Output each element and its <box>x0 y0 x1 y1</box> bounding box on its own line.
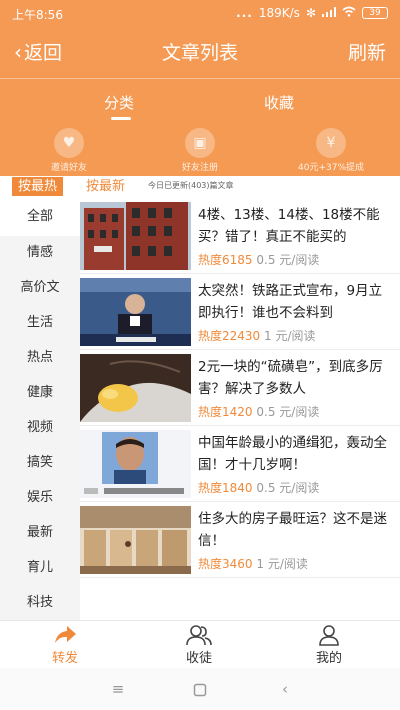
status-time: 上午8:56 <box>12 8 63 22</box>
tab-active-indicator <box>111 117 131 120</box>
list-item[interactable]: 太突然！铁路正式宣布，9月立即执行！谁也不会料到 热度22430 1 元/阅读 <box>80 274 400 350</box>
user-icon <box>294 623 364 647</box>
nav-recruit-label: 收徒 <box>185 651 212 666</box>
article-meta: 热度22430 1 元/阅读 <box>198 327 316 344</box>
sort-bar: 按最热 按最新 今日已更新(403)篇文章 <box>0 176 400 198</box>
sort-new-button[interactable]: 按最新 <box>86 177 125 196</box>
price-per-read: 1 元/阅读 <box>256 557 308 571</box>
nav-share[interactable]: 转发 <box>30 623 100 666</box>
sort-hot-button[interactable]: 按最热 <box>12 177 64 196</box>
nav-bar: ‹ 返回 文章列表 刷新 <box>0 30 400 74</box>
sidebar-item-health[interactable]: 健康 <box>0 375 80 410</box>
promo-label: 40元+37%提成 <box>298 163 364 173</box>
sidebar-item-parenting[interactable]: 育儿 <box>0 550 80 585</box>
article-title: 2元一块的“硫磺皂”，到底多厉害？解决了多数人 <box>198 359 383 397</box>
app-screen: 上午8:56 ... 189K/s ✻ 39 ‹ 返回 文章列表 刷新 分类 收… <box>0 0 400 710</box>
status-bar: 上午8:56 ... 189K/s ✻ 39 <box>0 0 400 28</box>
article-meta: 热度1420 0.5 元/阅读 <box>198 403 319 420</box>
heat-count: 热度3460 <box>198 557 253 571</box>
heart-icon: ♥ <box>54 128 84 158</box>
sidebar-item-hot[interactable]: 热点 <box>0 340 80 375</box>
sidebar-item-life[interactable]: 生活 <box>0 305 80 340</box>
sidebar-item-high-price[interactable]: 高价文 <box>0 270 80 305</box>
article-title: 4楼、13楼、14楼、18楼不能买？错了！真正不能买的 <box>198 207 380 245</box>
money-bag-icon: ¥ <box>316 128 346 158</box>
heat-count: 热度6185 <box>198 253 253 267</box>
article-thumbnail <box>80 278 191 346</box>
article-thumbnail <box>80 506 191 574</box>
article-meta: 热度1840 0.5 元/阅读 <box>198 479 319 496</box>
users-icon <box>164 623 234 647</box>
promo-label: 邀请好友 <box>50 163 87 173</box>
wifi-icon <box>342 6 356 20</box>
nav-mine-label: 我的 <box>315 651 342 666</box>
article-thumbnail <box>80 430 191 498</box>
heat-count: 热度1840 <box>198 481 253 495</box>
tab-category[interactable]: 分类 <box>104 92 134 113</box>
header-divider <box>0 78 400 79</box>
list-item[interactable]: 住多大的房子最旺运？这不是迷信！ 热度3460 1 元/阅读 <box>80 502 400 578</box>
net-speed: 189K/s <box>258 6 300 20</box>
promo-reward[interactable]: ¥ 40元+37%提成 <box>286 128 376 176</box>
article-meta: 热度3460 1 元/阅读 <box>198 555 308 572</box>
article-title: 中国年龄最小的通缉犯，轰动全国！才十几岁啊！ <box>198 435 387 473</box>
battery-icon: 39 <box>362 7 388 19</box>
signal-icon <box>322 6 336 20</box>
article-title: 住多大的房子最旺运？这不是迷信！ <box>198 511 387 549</box>
status-right: ... 189K/s ✻ 39 <box>236 6 388 20</box>
sidebar-item-latest[interactable]: 最新 <box>0 515 80 550</box>
article-meta: 热度6185 0.5 元/阅读 <box>198 251 319 268</box>
article-thumbnail <box>80 202 191 270</box>
sidebar-item-entertainment[interactable]: 娱乐 <box>0 480 80 515</box>
nav-recruit[interactable]: 收徒 <box>164 623 234 666</box>
article-thumbnail <box>80 354 191 422</box>
sidebar-item-emotion[interactable]: 情感 <box>0 236 80 270</box>
price-per-read: 0.5 元/阅读 <box>256 405 320 419</box>
id-card-icon: ▣ <box>185 128 215 158</box>
sidebar-item-video[interactable]: 视频 <box>0 410 80 445</box>
list-item[interactable]: 中国年龄最小的通缉犯，轰动全国！才十几岁啊！ 热度1840 0.5 元/阅读 <box>80 426 400 502</box>
promo-label: 好友注册 <box>181 163 218 173</box>
price-per-read: 0.5 元/阅读 <box>256 481 320 495</box>
promo-register[interactable]: ▣ 好友注册 <box>155 128 245 176</box>
article-list: 4楼、13楼、14楼、18楼不能买？错了！真正不能买的 热度6185 0.5 元… <box>80 198 400 620</box>
sidebar-item-funny[interactable]: 搞笑 <box>0 445 80 480</box>
tab-bar: 分类 收藏 <box>0 92 400 122</box>
bottom-nav: 转发 收徒 我的 <box>0 620 400 668</box>
heat-count: 热度22430 <box>198 329 261 343</box>
promo-invite[interactable]: ♥ 邀请好友 <box>24 128 114 176</box>
list-item[interactable]: 4楼、13楼、14楼、18楼不能买？错了！真正不能买的 热度6185 0.5 元… <box>80 198 400 274</box>
page-title: 文章列表 <box>161 42 238 64</box>
tab-favorites[interactable]: 收藏 <box>264 92 294 113</box>
home-square-icon[interactable] <box>190 680 210 700</box>
bluetooth-icon: ✻ <box>305 6 316 20</box>
heat-count: 热度1420 <box>198 405 253 419</box>
category-sidebar: 全部 情感 高价文 生活 热点 健康 视频 搞笑 娱乐 最新 育儿 科技 <box>0 198 80 620</box>
sidebar-item-all[interactable]: 全部 <box>0 198 80 236</box>
menu-icon[interactable]: ≡ <box>108 680 128 700</box>
status-dots: ... <box>236 6 253 20</box>
refresh-button[interactable]: 刷新 <box>348 38 386 65</box>
header-area: 上午8:56 ... 189K/s ✻ 39 ‹ 返回 文章列表 刷新 分类 收… <box>0 0 400 176</box>
nav-share-label: 转发 <box>51 651 78 666</box>
back-triangle-icon[interactable]: ‹ <box>275 680 295 700</box>
price-per-read: 1 元/阅读 <box>264 329 316 343</box>
nav-mine[interactable]: 我的 <box>294 623 364 666</box>
share-arrow-icon <box>30 623 100 647</box>
article-title: 太突然！铁路正式宣布，9月立即执行！谁也不会料到 <box>198 283 383 321</box>
update-info: 今日已更新(403)篇文章 <box>148 181 234 190</box>
price-per-read: 0.5 元/阅读 <box>256 253 320 267</box>
sidebar-item-tech[interactable]: 科技 <box>0 585 80 620</box>
system-nav-bar: ≡ ‹ <box>0 668 400 710</box>
list-item[interactable]: 2元一块的“硫磺皂”，到底多厉害？解决了多数人 热度1420 0.5 元/阅读 <box>80 350 400 426</box>
